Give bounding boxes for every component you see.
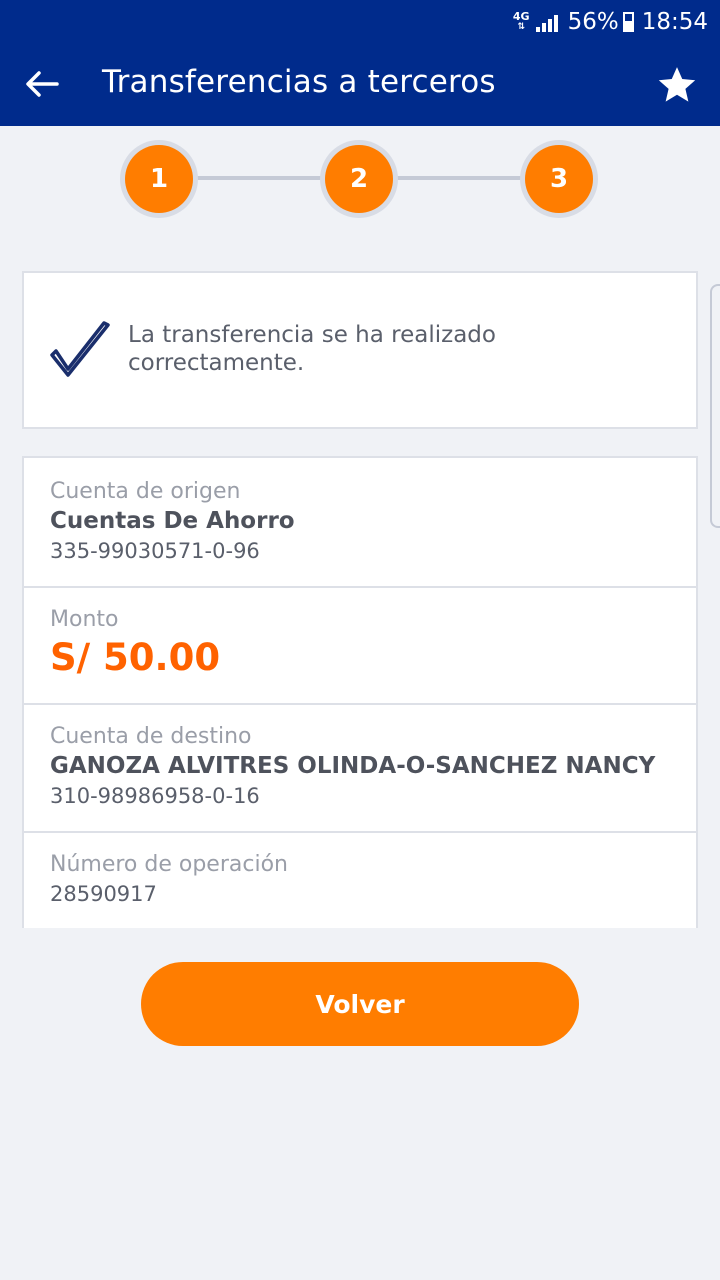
amount-value: S/ 50.00 xyxy=(50,636,221,679)
star-icon[interactable] xyxy=(656,64,698,106)
side-panel-handle[interactable] xyxy=(710,284,720,528)
signal-icon xyxy=(535,12,558,32)
app-bar: Transferencias a terceros xyxy=(0,44,720,126)
success-message: La transferencia se ha realizado correct… xyxy=(128,322,496,376)
transfer-details: Cuenta de origen Cuentas De Ahorro 335-9… xyxy=(22,456,698,928)
back-button[interactable]: Volver xyxy=(141,962,579,1046)
operation-row: Número de operación 28590917 xyxy=(24,833,696,930)
destination-label: Cuenta de destino xyxy=(50,724,252,749)
amount-row: Monto S/ 50.00 xyxy=(24,588,696,705)
arrow-left-icon[interactable] xyxy=(24,66,60,102)
progress-stepper: 1 2 3 xyxy=(120,140,600,220)
origin-account-row: Cuenta de origen Cuentas De Ahorro 335-9… xyxy=(24,458,696,588)
status-bar: 4G ⇅ 56% 18:54 xyxy=(0,0,720,44)
destination-name: GANOZA ALVITRES OLINDA-O-SANCHEZ NANCY xyxy=(50,753,656,779)
origin-number: 335-99030571-0-96 xyxy=(50,539,260,563)
battery-icon xyxy=(622,12,634,32)
clock: 18:54 xyxy=(641,9,708,35)
destination-account-row: Cuenta de destino GANOZA ALVITRES OLINDA… xyxy=(24,705,696,833)
operation-number: 28590917 xyxy=(50,882,157,906)
step-1: 1 xyxy=(120,140,198,218)
page-title: Transferencias a terceros xyxy=(102,64,496,100)
origin-label: Cuenta de origen xyxy=(50,479,241,504)
network-indicator: 4G ⇅ xyxy=(512,10,530,32)
step-connector xyxy=(196,176,324,180)
destination-number: 310-98986958-0-16 xyxy=(50,784,260,808)
operation-label: Número de operación xyxy=(50,852,288,877)
success-card: La transferencia se ha realizado correct… xyxy=(22,271,698,429)
checkmark-icon xyxy=(50,321,110,377)
origin-name: Cuentas De Ahorro xyxy=(50,508,295,534)
step-connector xyxy=(396,176,524,180)
amount-label: Monto xyxy=(50,607,119,632)
step-3: 3 xyxy=(520,140,598,218)
step-2: 2 xyxy=(320,140,398,218)
battery-percent: 56% xyxy=(567,9,619,35)
